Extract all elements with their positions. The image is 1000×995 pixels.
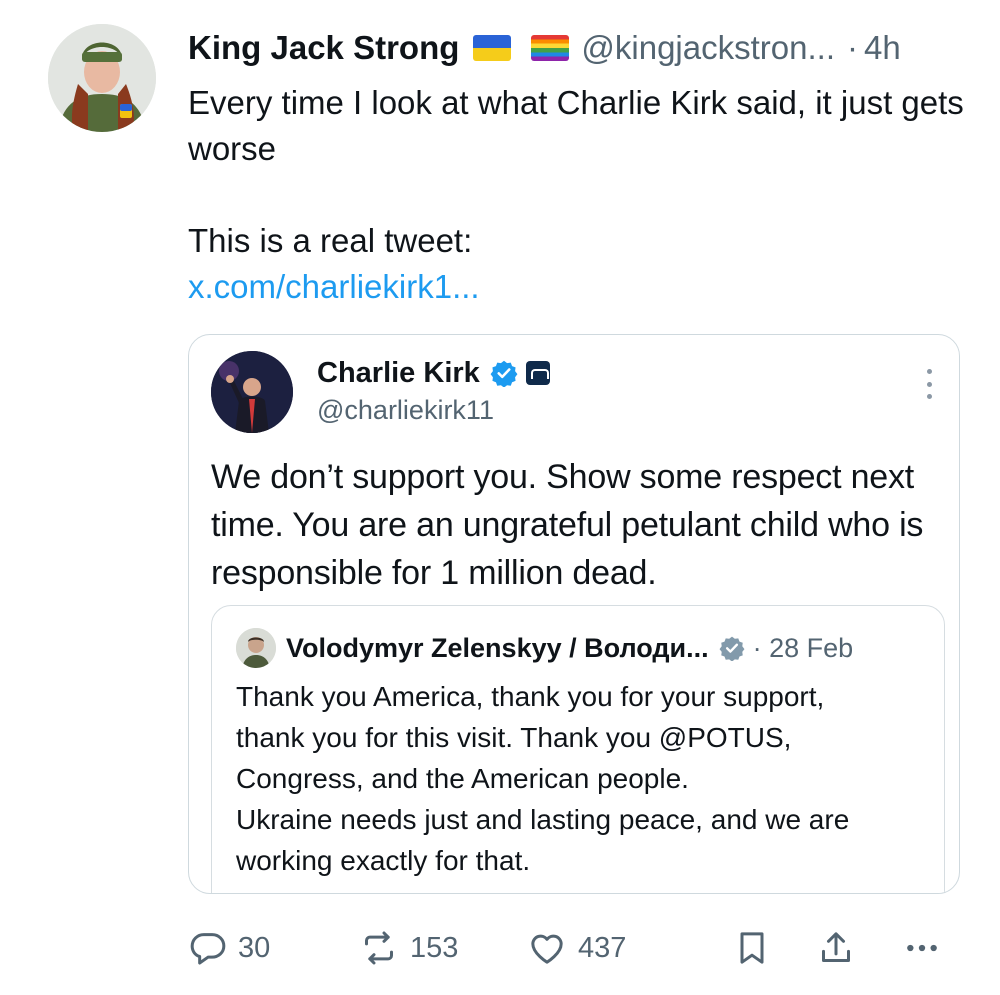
post-text: Every time I look at what Charlie Kirk s… [188, 80, 968, 310]
post-header: King Jack Strong @kingjackstron... · 4h [188, 26, 988, 70]
like-count: 437 [578, 931, 627, 964]
quoted-tweet-date: · 28 Feb [752, 632, 854, 663]
verified-gray-badge-icon [719, 636, 745, 661]
post-link[interactable]: x.com/charliekirk1... [188, 264, 968, 310]
charlie-kirk-tweet-text: We don’t support you. Show some respect … [211, 458, 924, 592]
quoted-tweet-line: working exactly for that. [236, 845, 531, 876]
embedded-image[interactable]: Charlie Kirk @charliekirk11 We don’t sup… [188, 334, 960, 894]
author-avatar-image [48, 24, 156, 132]
quoted-tweet: Volodymyr Zelenskyy / Володи... · 28 Feb… [211, 605, 945, 893]
author-avatar[interactable] [48, 24, 156, 132]
reply-icon [190, 933, 226, 965]
quoted-tweet-line: Ukraine needs just and lasting peace, an… [236, 804, 850, 835]
share-button[interactable] [816, 922, 856, 974]
charlie-kirk-name: Charlie Kirk [317, 356, 480, 389]
repost-icon [365, 931, 393, 965]
quoted-tweet-line: Thank you America, thank you for your su… [236, 681, 825, 712]
ukraine-flag-icon [473, 35, 512, 61]
repost-count: 153 [410, 931, 459, 964]
charlie-kirk-avatar [211, 351, 293, 433]
reply-count: 30 [238, 931, 271, 964]
pride-flag-icon [531, 35, 570, 61]
repost-button[interactable]: 153 [358, 922, 458, 974]
more-button[interactable] [900, 922, 944, 974]
bookmark-icon [740, 932, 764, 964]
share-icon [822, 932, 850, 962]
zelenskyy-avatar-image [236, 628, 276, 668]
zelenskyy-name: Volodymyr Zelenskyy / Володи... [286, 632, 709, 663]
quoted-tweet-text: Thank you America, thank you for your su… [236, 676, 936, 881]
zelenskyy-avatar [236, 628, 276, 668]
ellipsis-icon [907, 944, 937, 952]
quoted-tweet-line: Congress, and the American people. [236, 763, 689, 794]
quoted-tweet-date-value: 28 Feb [769, 632, 854, 663]
verified-badge-icon [490, 360, 518, 387]
quoted-tweet-line: thank you for this visit. Thank you @POT… [236, 722, 792, 753]
charlie-kirk-handle: @charliekirk11 [317, 395, 494, 425]
separator-dot: · [846, 29, 858, 66]
post-text-line: This is a real tweet: [188, 222, 473, 259]
charlie-kirk-avatar-image [211, 351, 293, 433]
quoted-tweet-header: Volodymyr Zelenskyy / Володи... · 28 Feb [236, 628, 853, 668]
reply-button[interactable]: 30 [188, 922, 270, 974]
charlie-kirk-name-row: Charlie Kirk [317, 355, 550, 391]
post-timestamp[interactable]: 4h [864, 29, 901, 67]
post-text-line: Every time I look at what Charlie Kirk s… [188, 84, 964, 167]
affiliate-badge-icon [525, 361, 550, 385]
author-display-name[interactable]: King Jack Strong [188, 29, 459, 67]
action-bar: 30 153 437 [188, 922, 968, 974]
bookmark-button[interactable] [732, 922, 772, 974]
like-button[interactable]: 437 [526, 922, 626, 974]
more-options-icon [925, 369, 933, 399]
heart-icon [531, 934, 563, 964]
author-handle[interactable]: @kingjackstron... [581, 29, 835, 67]
